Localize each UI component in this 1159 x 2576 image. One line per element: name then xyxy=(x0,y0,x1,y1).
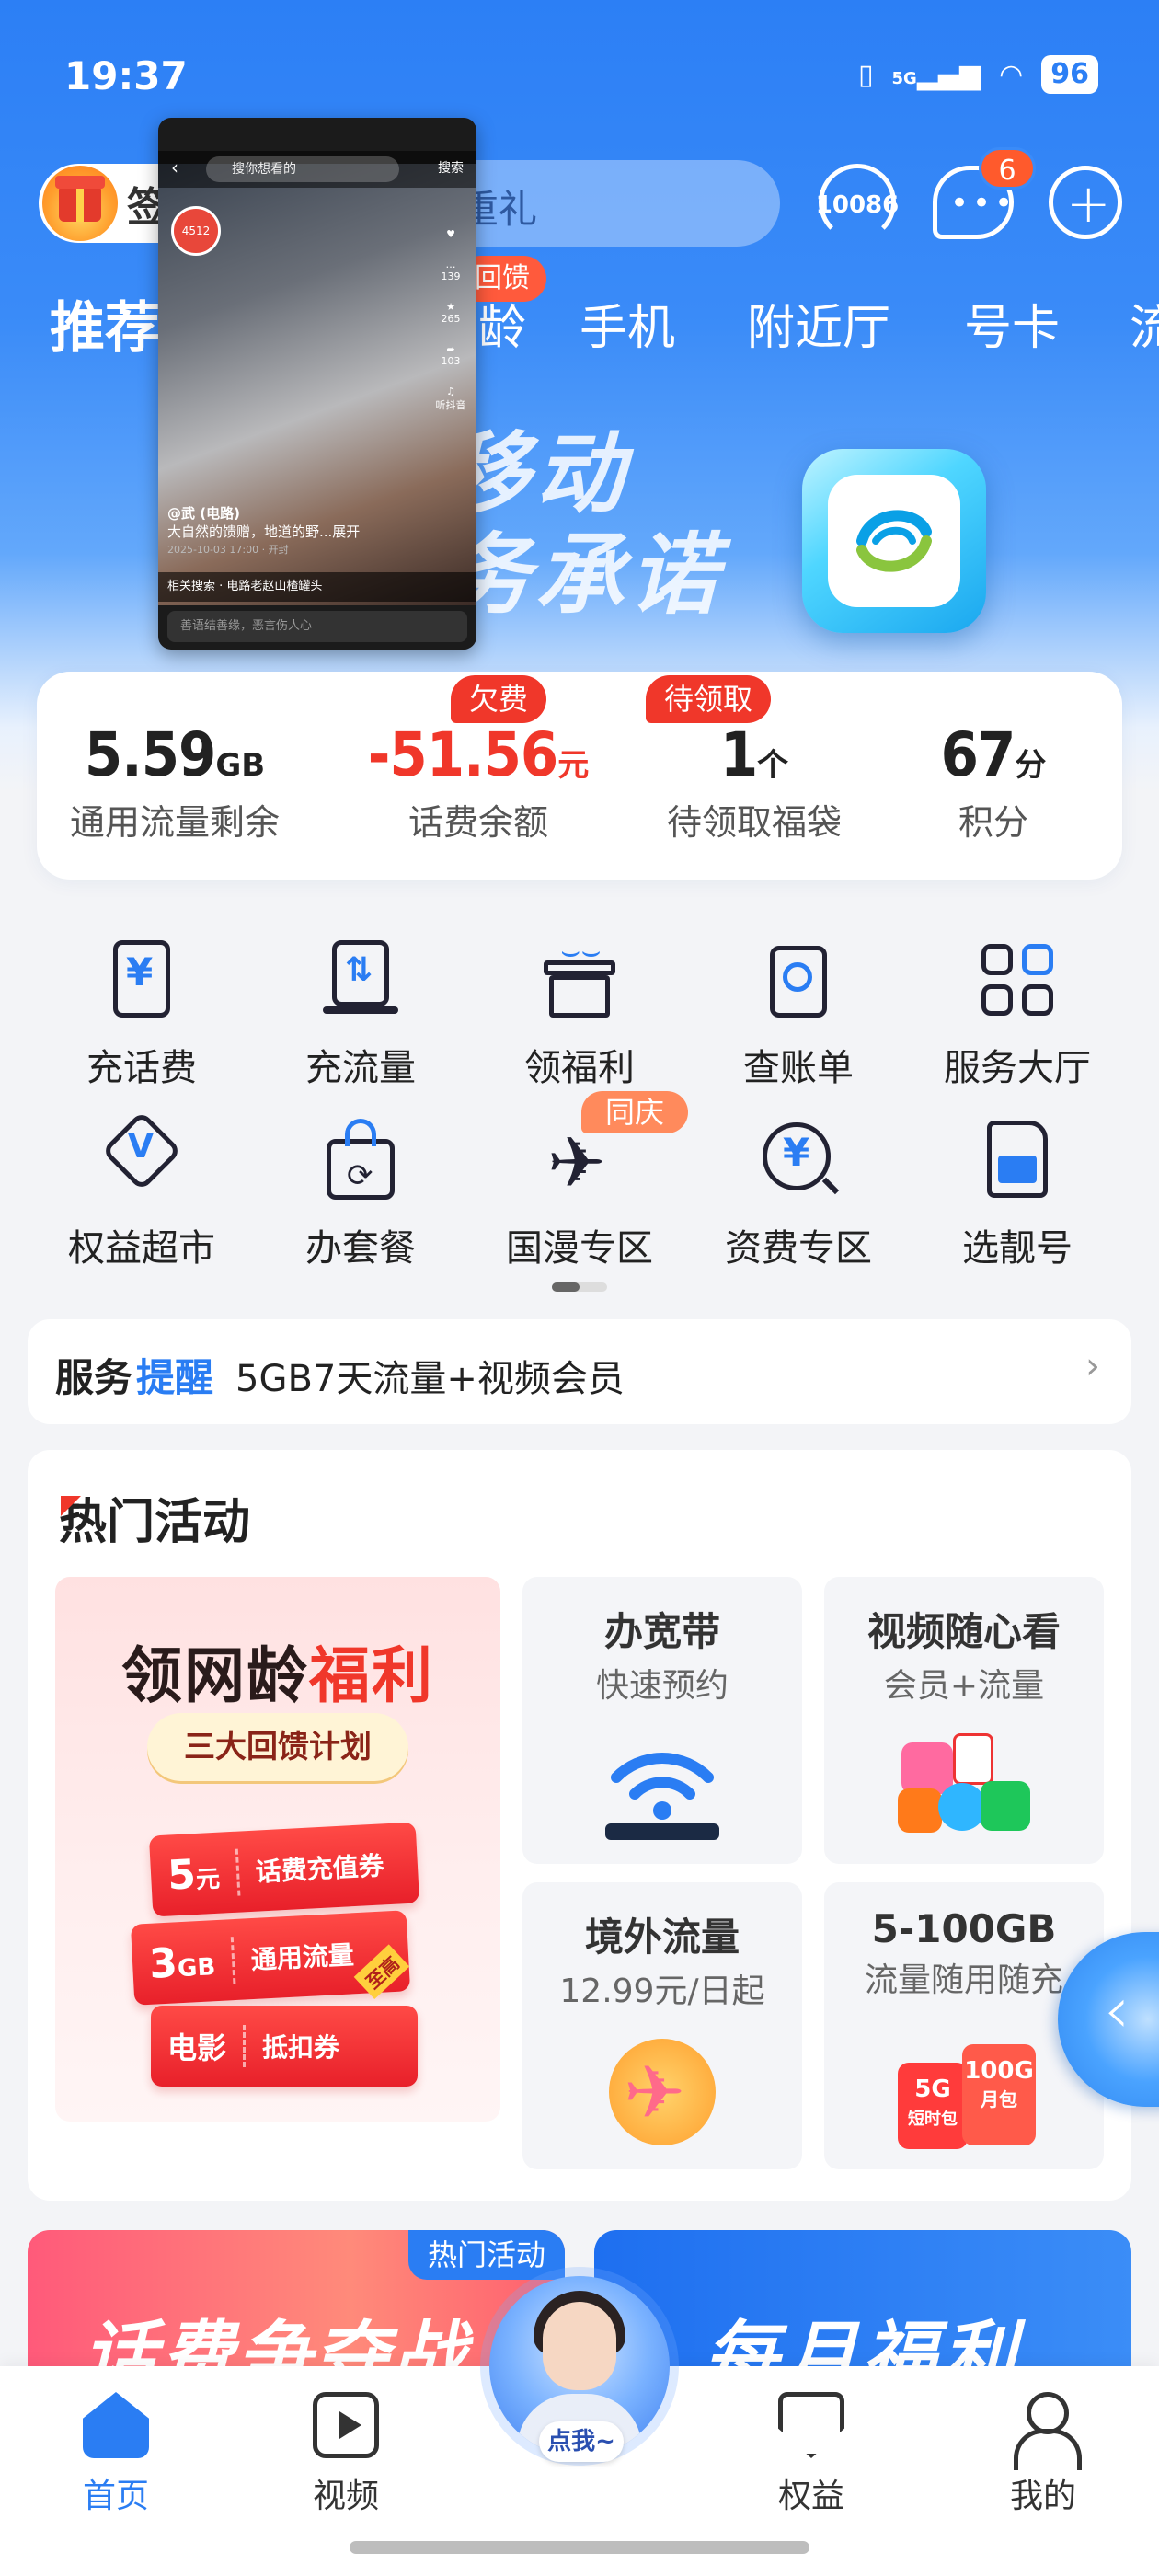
floating-video-window[interactable]: ‹ 搜你想看的 搜索 4512 ♥ … 139 ★ 265 ➦ 103 ♫ 听抖音 @武… xyxy=(158,118,476,650)
arrears-badge: 欠费 xyxy=(451,675,547,723)
battery-indicator: 96 xyxy=(1041,55,1098,94)
grid-item-recharge[interactable]: ¥ 充话费 xyxy=(40,938,243,1091)
data-pack-icon: 5G 短时包 100G 月包 xyxy=(898,2039,1036,2149)
chevron-left-icon: ‹ xyxy=(1104,1972,1130,2048)
nav-me[interactable]: 我的 xyxy=(979,2392,1107,2517)
grid-item-service-hall[interactable]: 服务大厅 xyxy=(916,938,1119,1091)
hotline-button[interactable]: 10086 xyxy=(815,164,900,248)
grid-item-package[interactable]: ⟳ 办套餐 xyxy=(259,1119,462,1271)
tab-phone[interactable]: 手机 xyxy=(580,289,675,358)
reminder-text[interactable]: 5GB7天流量+视频会员 xyxy=(235,1349,625,1402)
banner-line-1: 移动 xyxy=(442,422,629,525)
back-icon[interactable]: ‹ xyxy=(171,156,178,178)
grid-item-bill[interactable]: 查账单 xyxy=(697,938,900,1091)
tab-number-card[interactable]: 号卡 xyxy=(964,289,1060,358)
message-badge: 6 xyxy=(979,147,1036,190)
video-search-bar: ‹ 搜你想看的 搜索 xyxy=(158,151,476,188)
video-caption: @武 (电路) 大自然的馈赠，地道的野...展开 2025-10-03 17:0… xyxy=(167,505,361,556)
home-icon xyxy=(83,2392,149,2458)
music-icon[interactable]: ♫ 听抖音 xyxy=(432,385,469,412)
tariff-search-icon: ¥ xyxy=(757,1119,840,1202)
coupon-recharge: 5元 话费充值券 xyxy=(148,1822,420,1917)
banner-slogan[interactable]: 移动 务承诺 xyxy=(442,423,723,626)
grid-item-data-recharge[interactable]: ⇅ 充流量 xyxy=(259,938,462,1091)
tab-nearby-hall[interactable]: 附近厅 xyxy=(747,289,890,358)
add-icon[interactable]: + xyxy=(1049,166,1122,239)
person-icon xyxy=(1010,2392,1082,2470)
promo-heading: 领网龄福利 xyxy=(121,1640,434,1711)
video-actions: ♥ … 139 ★ 265 ➦ 103 ♫ 听抖音 xyxy=(432,228,469,431)
like-icon[interactable]: ♥ xyxy=(432,228,469,240)
comment-input[interactable]: 善语结善缘，恶言伤人心 xyxy=(167,611,467,642)
video-icon xyxy=(313,2392,379,2458)
hot-activity-tag: 热门活动 xyxy=(408,2230,565,2280)
comment-icon[interactable]: … 139 xyxy=(432,259,469,282)
stat-balance[interactable]: -51.56元 话费余额 xyxy=(331,719,625,845)
promo-broadband[interactable]: 办宽带 快速预约 xyxy=(522,1577,802,1864)
stat-lucky-bags[interactable]: 1个 待领取福袋 xyxy=(607,719,901,845)
reminder-title-b: 提醒 xyxy=(136,1355,214,1400)
signal-icon: 5G▂▄▆ xyxy=(891,58,981,91)
promo-video-bundle[interactable]: 视频随心看 会员+流量 xyxy=(824,1577,1104,1864)
china-mobile-logo xyxy=(802,449,986,633)
stat-points[interactable]: 67分 积分 xyxy=(892,719,1095,845)
service-grid-icon xyxy=(976,938,1059,1021)
grid-item-welfare[interactable]: ⌣⌣ 领福利 xyxy=(478,933,681,1091)
home-indicator[interactable] xyxy=(350,2541,809,2554)
banner-monthly-welfare[interactable]: 每月福利 xyxy=(594,2230,1131,2386)
promo-netage-welfare[interactable]: 领网龄福利 三大回馈计划 5元 话费充值券 3GB 通用流量 至高 电影 抵扣券 xyxy=(55,1577,500,2122)
reminder-title-a: 服务 xyxy=(55,1355,133,1400)
video-search-button[interactable]: 搜索 xyxy=(438,158,464,177)
grid-item-rights-market[interactable]: V 权益超市 xyxy=(40,1110,243,1271)
status-icons: ▯ 5G▂▄▆ ◠ 96 xyxy=(858,55,1098,94)
promo-roaming-data[interactable]: 境外流量 12.99元/日起 ✈ xyxy=(522,1882,802,2169)
tab-recommend[interactable]: 推荐 xyxy=(50,283,160,363)
rights-icon xyxy=(778,2392,844,2458)
promo-pill: 三大回馈计划 xyxy=(147,1713,408,1781)
plane-badge-icon: ✈ xyxy=(596,2039,729,2149)
coupon-movie: 电影 抵扣券 xyxy=(151,2006,418,2087)
star-icon[interactable]: ★ 265 xyxy=(432,301,469,325)
data-recharge-icon: ⇅ xyxy=(319,938,402,1021)
rights-badge-icon: V xyxy=(100,1110,183,1202)
video-search-input[interactable]: 搜你想看的 xyxy=(206,156,399,182)
hot-activities-title: 热门活动 xyxy=(59,1495,251,1550)
package-bag-icon: ⟳ xyxy=(319,1119,402,1202)
coupon-data: 3GB 通用流量 至高 xyxy=(130,1910,411,2006)
assistant-tap-label[interactable]: 点我~ xyxy=(539,2421,624,2462)
sim-card-icon xyxy=(976,1119,1059,1202)
grid-item-tariff[interactable]: ¥ 资费专区 xyxy=(697,1119,900,1271)
vibrate-icon: ▯ xyxy=(858,58,874,91)
nav-video[interactable]: 视频 xyxy=(281,2392,410,2517)
status-time: 19:37 xyxy=(64,53,188,98)
stat-data-remaining[interactable]: 5.59GB 通用流量剩余 xyxy=(55,719,294,845)
grid-item-lucky-number[interactable]: 选靓号 xyxy=(916,1119,1119,1271)
china-mobile-logo-icon xyxy=(856,510,932,572)
related-search[interactable]: 相关搜索 · 电路老赵山楂罐头 xyxy=(158,572,476,602)
pending-badge: 待领取 xyxy=(646,675,772,723)
gift-icon: ⌣⌣ xyxy=(538,933,621,1021)
bill-search-icon xyxy=(757,938,840,1021)
grid-pager-active xyxy=(552,1282,580,1292)
chevron-right-icon[interactable]: › xyxy=(1085,1345,1100,1387)
video-apps-icon xyxy=(898,1733,1030,1844)
grid-badge: 同庆 xyxy=(581,1091,689,1133)
tab-data[interactable]: 流 xyxy=(1130,289,1159,358)
wifi-router-icon xyxy=(596,1733,729,1844)
wifi-icon: ◠ xyxy=(999,58,1024,91)
nav-rights[interactable]: 权益 xyxy=(747,2392,876,2517)
live-avatar[interactable]: 4512 xyxy=(171,206,221,256)
gift-icon xyxy=(42,166,118,241)
share-icon[interactable]: ➦ 103 xyxy=(432,343,469,367)
grid-item-roaming[interactable]: ✈ 国漫专区 xyxy=(478,1119,681,1271)
account-summary-card: 5.59GB 通用流量剩余 -51.56元 话费余额 1个 待领取福袋 67分 … xyxy=(37,672,1122,880)
hotline-number: 10086 xyxy=(815,191,900,219)
nav-home[interactable]: 首页 xyxy=(52,2392,180,2517)
banner-line-2: 务承诺 xyxy=(442,523,723,627)
phone-recharge-icon: ¥ xyxy=(100,938,183,1021)
